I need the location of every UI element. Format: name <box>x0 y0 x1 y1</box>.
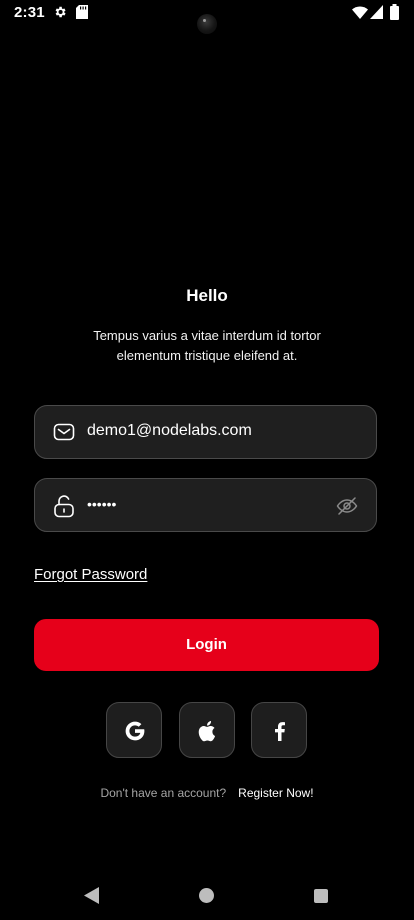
status-time: 2:31 <box>14 4 45 21</box>
page-title: Hello <box>186 286 228 305</box>
gear-icon <box>53 5 67 24</box>
facebook-login-button[interactable] <box>251 702 307 758</box>
battery-icon <box>390 4 399 25</box>
eye-off-icon[interactable] <box>335 494 359 518</box>
email-field[interactable] <box>34 405 377 459</box>
recents-icon[interactable] <box>314 889 328 903</box>
sd-card-icon <box>76 5 88 24</box>
home-icon[interactable] <box>199 888 214 903</box>
register-link[interactable]: Register Now! <box>238 786 313 800</box>
page-subtitle: Tempus varius a vitae interdum id tortor… <box>93 328 321 363</box>
apple-login-button[interactable] <box>179 702 235 758</box>
login-button[interactable]: Login <box>34 619 379 671</box>
register-prompt: Don't have an account? <box>100 786 227 800</box>
front-camera <box>197 14 217 34</box>
wifi-icon <box>352 5 368 24</box>
password-input[interactable]: •••••• <box>87 496 357 512</box>
unlock-icon <box>52 494 76 518</box>
mail-icon <box>52 420 76 444</box>
password-field[interactable]: •••••• <box>34 478 377 532</box>
google-login-button[interactable] <box>106 702 162 758</box>
register-row: Don't have an account? Register Now! <box>0 786 414 800</box>
email-input[interactable] <box>87 422 357 440</box>
back-icon[interactable] <box>84 887 99 909</box>
forgot-password-link[interactable]: Forgot Password <box>34 566 147 583</box>
signal-icon <box>370 5 383 24</box>
navigation-bar <box>0 884 414 908</box>
